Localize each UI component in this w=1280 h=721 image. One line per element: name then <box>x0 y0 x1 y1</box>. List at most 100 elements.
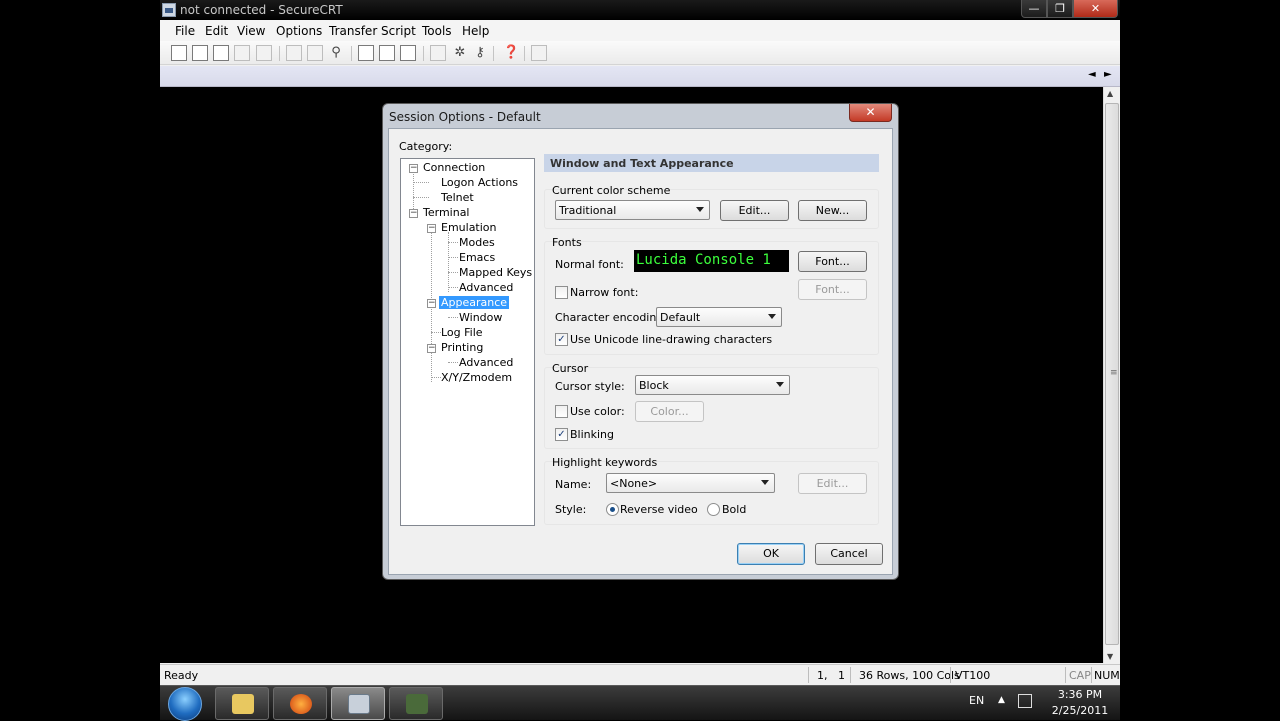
tree-item-emulation[interactable]: Emulation <box>441 221 497 234</box>
color-scheme-label: Current color scheme <box>552 184 671 197</box>
taskbar-app-button[interactable] <box>389 687 443 720</box>
blinking-checkbox[interactable]: ✓ <box>555 428 568 441</box>
title-bar[interactable]: not connected - SecureCRT — ❐ ✕ <box>160 0 1120 20</box>
minimize-button[interactable]: — <box>1021 0 1047 18</box>
menu-file[interactable]: File <box>175 24 195 38</box>
tree-collapse-icon[interactable]: − <box>427 299 436 308</box>
color-scheme-new-button[interactable]: New... <box>798 200 867 221</box>
normal-font-label: Normal font: <box>555 258 624 271</box>
unicode-line-drawing-checkbox[interactable]: ✓ <box>555 333 568 346</box>
scroll-down-icon[interactable]: ▼ <box>1107 652 1113 661</box>
help-icon[interactable]: ❓ <box>503 45 519 61</box>
tree-item-mapped-keys[interactable]: Mapped Keys <box>459 266 532 279</box>
disconnect-icon[interactable] <box>256 45 272 61</box>
menu-transfer[interactable]: Transfer <box>329 24 377 38</box>
tab-scroll-right-icon[interactable]: ► <box>1104 69 1112 80</box>
vertical-scrollbar[interactable]: ▲ ≡ ▼ <box>1103 87 1120 663</box>
status-caps-lock: CAP <box>1069 669 1091 682</box>
bold-radio[interactable] <box>707 503 720 516</box>
character-encoding-select[interactable]: Default <box>656 307 782 327</box>
find-icon[interactable]: ⚲ <box>328 45 344 61</box>
tree-item-xyzmodem[interactable]: X/Y/Zmodem <box>441 371 512 384</box>
network-icon[interactable] <box>1018 694 1032 708</box>
narrow-font-checkbox[interactable] <box>555 286 568 299</box>
securecrt-app-icon[interactable] <box>162 3 176 17</box>
cursor-color-button[interactable]: Color... <box>635 401 704 422</box>
reverse-video-radio[interactable] <box>606 503 619 516</box>
tree-item-telnet[interactable]: Telnet <box>441 191 474 204</box>
tree-line <box>448 317 458 318</box>
connect-icon[interactable] <box>171 45 187 61</box>
keymap-icon[interactable]: ⚷ <box>472 45 488 61</box>
taskbar-explorer-button[interactable] <box>215 687 269 720</box>
clock-time[interactable]: 3:36 PM <box>1052 688 1108 701</box>
tree-item-advanced[interactable]: Advanced <box>459 281 513 294</box>
tree-collapse-icon[interactable]: − <box>427 344 436 353</box>
scroll-thumb[interactable]: ≡ <box>1105 103 1119 645</box>
tree-item-terminal[interactable]: Terminal <box>423 206 470 219</box>
tree-item-emacs[interactable]: Emacs <box>459 251 495 264</box>
tree-item-window[interactable]: Window <box>459 311 502 324</box>
tree-line <box>448 287 458 288</box>
show-hidden-icons-icon[interactable]: ▲ <box>998 695 1005 705</box>
window-title: not connected - SecureCRT <box>180 3 343 17</box>
narrow-font-button[interactable]: Font... <box>798 279 867 300</box>
dialog-title-bar[interactable]: Session Options - Default ✕ <box>383 104 898 128</box>
tree-item-logon-actions[interactable]: Logon Actions <box>441 176 518 189</box>
tree-item-printing[interactable]: Printing <box>441 341 483 354</box>
tree-item-log-file[interactable]: Log File <box>441 326 483 339</box>
print-screen-icon[interactable] <box>379 45 395 61</box>
menu-help[interactable]: Help <box>462 24 489 38</box>
dialog-body: Category: − Connection Logon Actions Tel… <box>388 128 893 575</box>
cursor-style-select[interactable]: Block <box>635 375 790 395</box>
cancel-button[interactable]: Cancel <box>815 543 883 565</box>
ok-button[interactable]: OK <box>737 543 805 565</box>
connect-in-tab-icon[interactable] <box>213 45 229 61</box>
color-scheme-select[interactable]: Traditional <box>555 200 710 220</box>
maximize-button[interactable]: ❐ <box>1047 0 1073 18</box>
print-icon[interactable] <box>358 45 374 61</box>
highlight-name-select[interactable]: <None> <box>606 473 775 493</box>
paste-icon[interactable] <box>307 45 323 61</box>
tree-line <box>431 332 441 333</box>
status-icon[interactable] <box>531 45 547 61</box>
copy-icon[interactable] <box>286 45 302 61</box>
language-indicator[interactable]: EN <box>969 694 984 707</box>
normal-font-button[interactable]: Font... <box>798 251 867 272</box>
category-tree[interactable]: − Connection Logon Actions Telnet − Term… <box>400 158 535 526</box>
status-cursor-position: 1, 1 <box>817 669 845 682</box>
print-preview-icon[interactable] <box>400 45 416 61</box>
color-scheme-edit-button[interactable]: Edit... <box>720 200 789 221</box>
quick-connect-icon[interactable] <box>192 45 208 61</box>
reconnect-icon[interactable] <box>234 45 250 61</box>
menu-script[interactable]: Script <box>381 24 416 38</box>
menu-options[interactable]: Options <box>276 24 322 38</box>
session-options-icon[interactable] <box>430 45 446 61</box>
highlight-edit-button[interactable]: Edit... <box>798 473 867 494</box>
menu-bar: File Edit View Options Transfer Script T… <box>160 20 1120 41</box>
use-color-label: Use color: <box>570 405 625 418</box>
taskbar-securecrt-button[interactable] <box>331 687 385 720</box>
narrow-font-label: Narrow font: <box>570 286 639 299</box>
close-button[interactable]: ✕ <box>1073 0 1118 18</box>
tab-scroll-left-icon[interactable]: ◄ <box>1088 69 1096 80</box>
scroll-grip-icon: ≡ <box>1110 368 1118 378</box>
start-button[interactable] <box>168 687 202 721</box>
tree-item-connection[interactable]: Connection <box>423 161 485 174</box>
tree-collapse-icon[interactable]: − <box>409 164 418 173</box>
menu-view[interactable]: View <box>237 24 265 38</box>
tree-collapse-icon[interactable]: − <box>427 224 436 233</box>
use-color-checkbox[interactable] <box>555 405 568 418</box>
clock-date[interactable]: 2/25/2011 <box>1048 704 1112 717</box>
menu-tools[interactable]: Tools <box>422 24 452 38</box>
taskbar-firefox-button[interactable] <box>273 687 327 720</box>
scroll-up-icon[interactable]: ▲ <box>1107 89 1113 98</box>
tree-item-appearance[interactable]: Appearance <box>439 296 510 309</box>
dialog-close-button[interactable]: ✕ <box>849 104 892 122</box>
tree-item-printing-advanced[interactable]: Advanced <box>459 356 513 369</box>
tree-collapse-icon[interactable]: − <box>409 209 418 218</box>
menu-edit[interactable]: Edit <box>205 24 228 38</box>
status-emulation: VT100 <box>955 669 991 682</box>
tree-item-modes[interactable]: Modes <box>459 236 495 249</box>
global-options-icon[interactable]: ✲ <box>452 45 468 61</box>
